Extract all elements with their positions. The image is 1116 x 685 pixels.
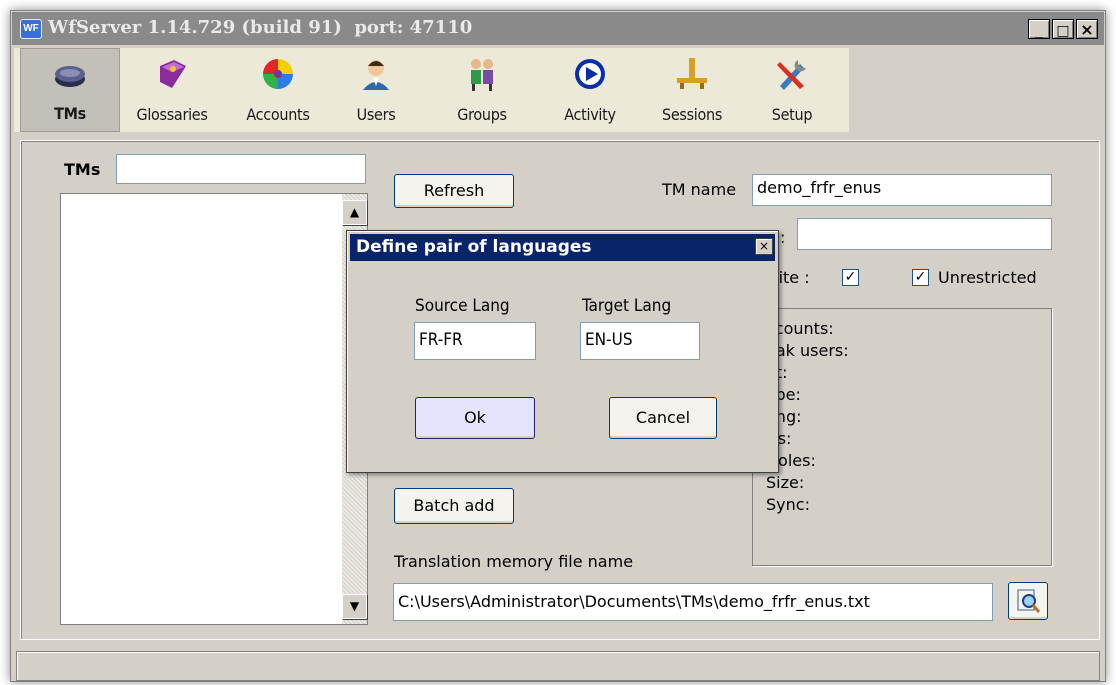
minimize-icon: _	[1035, 20, 1043, 39]
target-lang-label: Target Lang	[582, 296, 672, 316]
window-title: WfServer 1.14.729 (build 91) port: 47110	[48, 17, 473, 38]
maximize-icon: □	[1056, 23, 1070, 39]
tm-name-input[interactable]: demo_frfr_enus	[752, 174, 1052, 206]
tm-list[interactable]	[60, 193, 368, 625]
dialog-title[interactable]: Define pair of languages	[350, 234, 775, 261]
info-size: Size:	[766, 473, 805, 492]
info-sync: Sync:	[766, 495, 810, 514]
browse-button[interactable]	[1008, 582, 1048, 620]
unrestricted-checkbox[interactable]: ✓	[912, 269, 929, 286]
status-bar	[16, 651, 1100, 681]
tm-name-label: TM name	[662, 180, 737, 199]
maximize-button[interactable]: □	[1052, 19, 1074, 39]
write-checkbox[interactable]: ✓	[842, 269, 859, 286]
batch-add-button[interactable]: Batch add	[394, 488, 514, 524]
source-lang-input[interactable]: FR-FR	[414, 322, 536, 360]
file-name-input[interactable]: C:\Users\Administrator\Documents\TMs\dem…	[393, 583, 993, 621]
toolbar-label: Setup	[771, 105, 813, 124]
toolbar-accounts[interactable]: Accounts	[228, 48, 328, 132]
refresh-button[interactable]: Refresh	[394, 174, 514, 208]
tms-filter-input[interactable]	[116, 154, 366, 184]
toolbar-label: Activity	[564, 105, 616, 124]
scroll-up-icon: ▲	[349, 205, 360, 219]
app-icon: WF	[20, 19, 42, 39]
toolbar-label: Groups	[457, 105, 507, 124]
close-button[interactable]: ×	[1076, 19, 1098, 39]
source-lang-label: Source Lang	[415, 296, 510, 316]
target-lang-input[interactable]: EN-US	[580, 322, 700, 360]
ok-button[interactable]: Ok	[415, 397, 535, 439]
tms-filter-label: TMs	[64, 160, 101, 179]
toolbar-groups[interactable]: Groups	[432, 48, 532, 132]
toolbar-glossaries[interactable]: Glossaries	[122, 48, 222, 132]
toolbar-activity[interactable]: Activity	[540, 48, 640, 132]
close-icon: ×	[758, 239, 770, 253]
scroll-up-button[interactable]: ▲	[342, 200, 367, 225]
second-field-input[interactable]	[797, 218, 1052, 250]
glossary-book-icon	[160, 60, 186, 88]
check-icon: ✓	[844, 269, 857, 285]
scroll-down-button[interactable]: ▼	[342, 594, 367, 619]
file-name-label: Translation memory file name	[394, 552, 634, 571]
color-wheel-icon	[263, 59, 293, 89]
network-plug-icon	[677, 58, 707, 89]
browse-icon	[1017, 589, 1041, 613]
second-field-label: :	[780, 228, 786, 247]
toolbar-label: Glossaries	[136, 105, 208, 124]
close-icon: ×	[1080, 20, 1094, 39]
minimize-button[interactable]: _	[1028, 19, 1050, 39]
toolbar-setup[interactable]: Setup	[742, 48, 842, 132]
toolbar-users[interactable]: Users	[334, 48, 418, 132]
toolbar-label: Users	[356, 105, 396, 124]
toolbar-label: Sessions	[661, 105, 723, 124]
scroll-down-icon: ▼	[349, 599, 360, 613]
play-circle-icon	[575, 59, 605, 89]
group-people-icon	[471, 59, 493, 91]
user-person-icon	[363, 60, 389, 90]
toolbar-label: TMs	[54, 104, 86, 123]
unrestricted-label: Unrestricted	[938, 268, 1037, 287]
check-icon: ✓	[914, 269, 927, 285]
toolbar-label: Accounts	[246, 105, 310, 124]
cancel-button[interactable]: Cancel	[609, 397, 717, 439]
toolbar-tms[interactable]: TMs	[20, 48, 120, 132]
tools-icon	[777, 60, 806, 90]
tm-disc-icon	[55, 66, 85, 87]
dialog-close-button[interactable]: ×	[755, 238, 773, 255]
toolbar-sessions[interactable]: Sessions	[642, 48, 742, 132]
